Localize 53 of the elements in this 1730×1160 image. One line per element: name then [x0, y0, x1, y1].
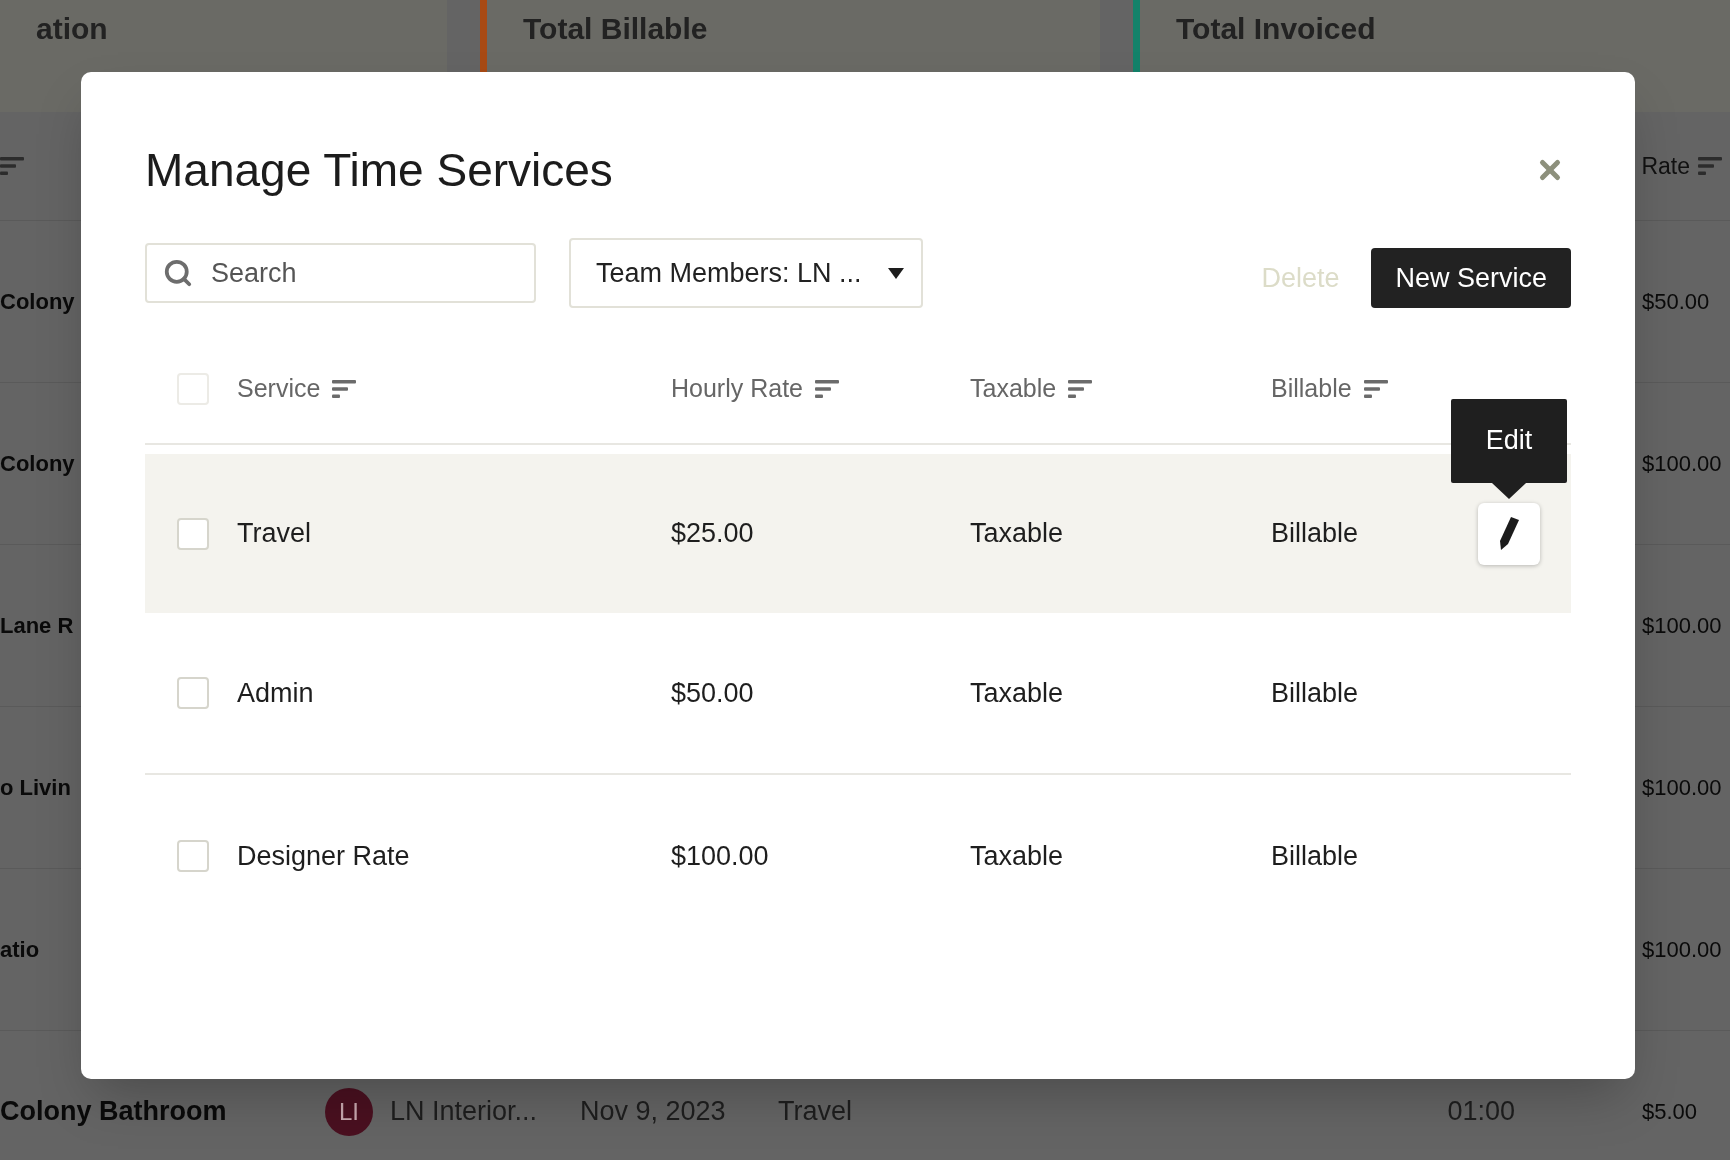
- project-name: o Livin: [0, 774, 72, 802]
- billable-status: Billable: [1271, 676, 1360, 710]
- hourly-rate: $100.00: [671, 839, 770, 873]
- sort-icon[interactable]: [1363, 378, 1388, 399]
- rate: $50.00: [1642, 288, 1711, 316]
- taxable-status: Taxable: [970, 676, 1065, 710]
- column-header: Rate: [1641, 151, 1690, 181]
- edit-tooltip: Edit: [1451, 398, 1567, 499]
- billable-status: Billable: [1271, 839, 1360, 873]
- project-name: Colony: [0, 288, 76, 316]
- checkbox[interactable]: [177, 677, 209, 709]
- team-filter-dropdown[interactable]: Team Members: LN ...: [569, 238, 923, 308]
- checkbox[interactable]: [177, 840, 209, 872]
- sort-icon[interactable]: [0, 156, 24, 176]
- sort-icon[interactable]: [1698, 156, 1722, 176]
- rate: $100.00: [1642, 936, 1723, 964]
- pencil-icon: [1499, 516, 1519, 551]
- hourly-rate: $50.00: [671, 676, 755, 710]
- project-name: Colony: [0, 450, 76, 478]
- billable-status: Billable: [1271, 517, 1360, 551]
- taxable-status: Taxable: [970, 517, 1065, 551]
- rate: $100.00: [1642, 774, 1723, 802]
- card-label: Total Billable: [523, 11, 709, 47]
- new-service-button[interactable]: New Service: [1371, 248, 1571, 308]
- hourly-rate: $25.00: [671, 517, 755, 551]
- date: Nov 9, 2023: [580, 1095, 727, 1129]
- caret-icon: [888, 267, 904, 279]
- sort-icon[interactable]: [332, 378, 357, 399]
- service-name: Travel: [778, 1095, 852, 1129]
- checkbox[interactable]: [177, 517, 209, 550]
- sort-icon[interactable]: [815, 378, 839, 399]
- project-name: atio: [0, 936, 41, 964]
- service-name: Travel: [237, 517, 312, 551]
- project-name: Lane R: [0, 612, 75, 640]
- checkbox[interactable]: [177, 372, 209, 405]
- dialog-title: Manage Time Services: [145, 143, 613, 198]
- avatar: LI: [325, 1087, 373, 1136]
- rate: $100.00: [1642, 612, 1723, 640]
- rate: $100.00: [1642, 450, 1723, 478]
- taxable-status: Taxable: [970, 839, 1065, 873]
- hours: 01:00: [1447, 1095, 1515, 1129]
- card-label: ation: [36, 11, 109, 47]
- sort-icon[interactable]: [1068, 378, 1093, 399]
- service-name: Admin: [237, 676, 315, 710]
- search-icon: [163, 258, 193, 288]
- tooltip-pointer-icon: [1492, 482, 1526, 499]
- search-field[interactable]: Search: [145, 243, 536, 303]
- card-label: Total Invoiced: [1176, 11, 1377, 47]
- rate: $5.00: [1642, 1098, 1699, 1126]
- team-member: LN Interior...: [390, 1095, 539, 1129]
- project-name: Colony Bathroom: [0, 1095, 228, 1129]
- edit-button[interactable]: [1478, 502, 1540, 565]
- service-name: Designer Rate: [237, 839, 411, 873]
